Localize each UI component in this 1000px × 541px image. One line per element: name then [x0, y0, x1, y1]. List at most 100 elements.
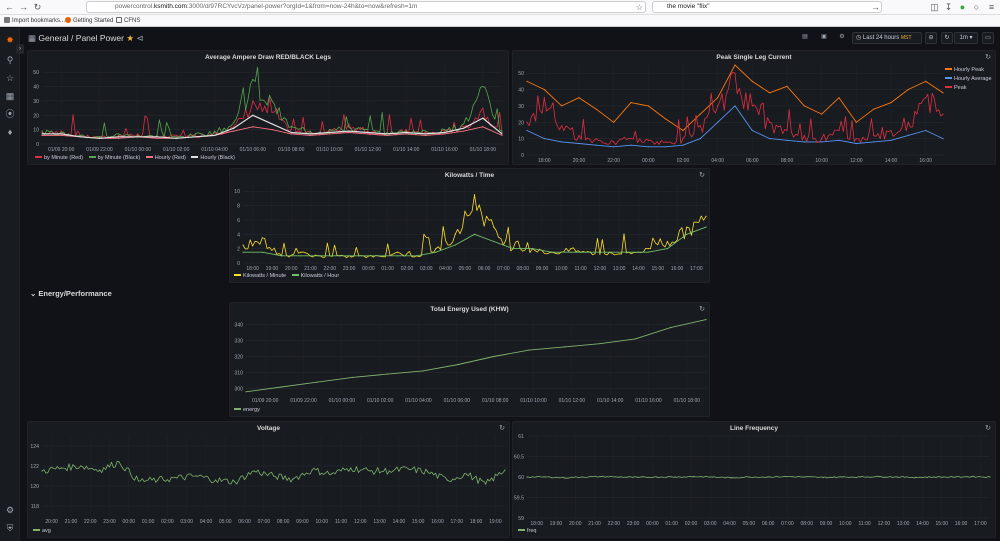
bookmark-star-icon[interactable]: ☆	[634, 2, 645, 13]
url-bar[interactable]: powercontrol.ksmith.com:3000/d/97RCYvcVz…	[86, 1, 646, 13]
alerting-icon[interactable]: ♦	[4, 126, 16, 138]
back-icon[interactable]: ←	[4, 2, 15, 13]
breadcrumb: ▦ General / Panel Power ★ ⊲	[28, 33, 143, 44]
row-title[interactable]: ⌄ Energy/Performance	[30, 289, 112, 298]
favorite-star-icon[interactable]: ★	[126, 33, 134, 43]
settings-gear-icon[interactable]: ⚙	[4, 504, 16, 516]
data-point	[561, 105, 563, 107]
data-point	[526, 476, 528, 478]
data-point	[693, 475, 695, 478]
extension-icon[interactable]: ●	[957, 2, 968, 13]
data-point	[424, 134, 426, 136]
data-point	[233, 121, 235, 124]
account-icon[interactable]: ○	[971, 2, 982, 13]
bookmark-getting-started[interactable]: Getting Started	[65, 17, 113, 25]
data-point	[261, 237, 263, 239]
data-point	[989, 476, 991, 478]
legend-item[interactable]: Kilowatts / Hour	[301, 273, 340, 279]
legend-item[interactable]: Peak	[954, 85, 967, 91]
data-point	[330, 473, 332, 475]
y-tick-label: 300	[234, 387, 243, 393]
legend-item[interactable]: Hourly Average	[954, 76, 992, 82]
data-point	[925, 129, 927, 132]
data-point	[60, 131, 62, 134]
bookmark-import[interactable]: Import bookmarks...	[4, 17, 65, 25]
y-tick-label: 0	[237, 261, 240, 267]
data-point	[424, 133, 426, 135]
y-tick-label: 20	[518, 120, 524, 126]
data-point	[292, 478, 294, 480]
grafana-logo-icon[interactable]: ✸	[4, 34, 16, 46]
add-panel-icon[interactable]: ▤	[798, 32, 812, 44]
panel-ampere[interactable]: Average Ampere Draw RED/BLACK Legs 50 40 3…	[27, 50, 509, 165]
data-point	[630, 138, 632, 140]
download-icon[interactable]: ↧	[943, 2, 954, 13]
share-icon[interactable]: ⊲	[136, 33, 143, 43]
x-tick-label: 12:00	[878, 521, 891, 527]
data-point	[578, 142, 580, 145]
legend-item[interactable]: energy	[243, 407, 260, 413]
starred-icon[interactable]: ☆	[4, 72, 16, 84]
explore-icon[interactable]: ⦿	[4, 108, 16, 120]
search-icon[interactable]: ⚲	[4, 54, 16, 66]
panel-kw[interactable]: Kilowatts / Time ↻ 10 8 6 4 2 0 18:00 19:00 20:0…	[229, 168, 710, 283]
x-tick-label: 10:00	[555, 266, 568, 272]
data-point	[526, 129, 528, 132]
panel-energy[interactable]: Total Energy Used (KHW) ↻ 340 330 320 310 30…	[229, 302, 710, 417]
import-icon	[4, 17, 10, 23]
data-point	[386, 133, 388, 135]
data-point	[463, 130, 465, 132]
time-range-picker[interactable]: ◷ Last 24 hours MST	[852, 32, 922, 44]
x-tick-label: 01/10 02:00	[163, 147, 190, 153]
forward-icon[interactable]: →	[18, 2, 29, 13]
legend-item[interactable]: Hourly Peak	[954, 67, 984, 73]
data-point	[630, 102, 632, 104]
panel-freq[interactable]: Line Frequency ↻ 61 60.5 60 59.5 59 18:00 19:0…	[512, 421, 996, 538]
x-tick-label: 04:00	[200, 519, 213, 525]
dashboard-title[interactable]: Panel Power	[76, 33, 124, 43]
data-point	[252, 126, 254, 128]
shield-icon[interactable]: ⛨	[4, 522, 16, 534]
x-tick-label: 20:00	[569, 521, 582, 527]
legend-item[interactable]: by Minute (Black)	[98, 155, 141, 161]
refresh-icon[interactable]: ↻	[941, 32, 953, 44]
legend-item[interactable]: Hourly (Red)	[155, 155, 186, 161]
save-icon[interactable]: ▣	[817, 32, 831, 44]
x-tick-label: 11:00	[335, 519, 347, 525]
folder-link[interactable]: General	[38, 33, 68, 43]
pocket-icon[interactable]: ◫	[929, 2, 940, 13]
data-point	[482, 107, 484, 109]
x-tick-label: 01/10 16:00	[635, 398, 662, 404]
search-bar[interactable]: the movie "flix"	[652, 1, 882, 13]
legend-item[interactable]: by Minute (Red)	[44, 155, 83, 161]
tv-mode-icon[interactable]: ▭	[982, 32, 994, 44]
data-point	[613, 121, 615, 123]
collapse-chevron-icon: ⌄	[30, 289, 37, 298]
data-point	[473, 194, 476, 196]
data-point	[561, 141, 563, 143]
legend-item[interactable]: Kilowatts / Minute	[243, 273, 286, 279]
data-point	[717, 121, 719, 123]
reload-icon[interactable]: ↻	[32, 2, 43, 13]
data-point	[803, 134, 805, 136]
menu-icon[interactable]: ≡	[986, 2, 997, 13]
panel-peak[interactable]: Peak Single Leg Current ↻ 50 40 30 20 10 0 18:…	[512, 50, 996, 165]
data-point	[933, 476, 936, 478]
zoom-out-icon[interactable]: ⊖	[925, 32, 937, 44]
legend-item[interactable]: avg	[42, 528, 51, 534]
legend-item[interactable]: freq	[527, 528, 536, 534]
data-point	[528, 349, 530, 351]
freq-legend: freq	[514, 528, 536, 534]
legend-item[interactable]: Hourly (Black)	[200, 155, 235, 161]
refresh-interval-picker[interactable]: 1m ▾	[954, 32, 978, 44]
x-tick-label: 19:00	[489, 519, 502, 525]
data-point	[367, 131, 369, 134]
dashboards-icon[interactable]: ▦	[4, 90, 16, 102]
data-point	[253, 470, 255, 472]
search-go-icon[interactable]: →	[870, 2, 881, 13]
panel-voltage[interactable]: Voltage ↻ 124 122 120 118 20:00 21:00 22:00 23:…	[27, 421, 510, 538]
dashboard-settings-icon[interactable]: ⚙	[835, 32, 849, 44]
bookmark-cfns[interactable]: CFNS	[116, 17, 140, 25]
x-tick-label: 19:00	[550, 521, 563, 527]
series-line-by-minute-red-	[41, 97, 503, 139]
